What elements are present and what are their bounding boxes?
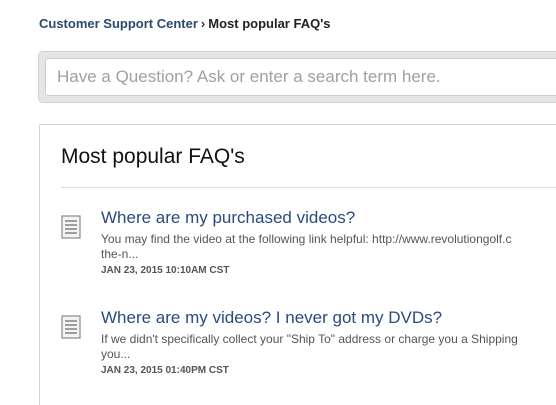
search-bar: [38, 51, 556, 103]
search-input[interactable]: [45, 58, 556, 96]
faq-item: Where are my videos? I never got my DVDs…: [61, 308, 556, 388]
faq-date: JAN 23, 2015 10:10AM CST: [101, 265, 230, 276]
document-icon: [61, 315, 81, 339]
faq-excerpt-line: You may find the video at the following …: [101, 232, 512, 246]
faq-excerpt-line: you...: [101, 347, 131, 361]
faq-excerpt: You may find the video at the following …: [101, 232, 556, 262]
document-icon: [61, 215, 81, 239]
faq-date: JAN 23, 2015 01:40PM CST: [101, 365, 229, 376]
page: Customer Support Center › Most popular FAQ…: [0, 0, 556, 405]
breadcrumb-current: Most popular FAQ's: [208, 16, 331, 31]
divider: [61, 187, 556, 188]
faq-excerpt-line: the-n...: [101, 247, 139, 261]
faq-item: Where are my purchased videos? You may f…: [61, 208, 556, 288]
faq-excerpt: If we didn't specifically collect your "…: [101, 332, 556, 362]
panel-title: Most popular FAQ's: [61, 145, 245, 168]
breadcrumb-link-support-center[interactable]: Customer Support Center: [39, 16, 198, 31]
breadcrumb: Customer Support Center › Most popular FAQ…: [39, 16, 331, 31]
faq-title-link[interactable]: Where are my videos? I never got my DVDs…: [101, 308, 442, 328]
faq-excerpt-line: If we didn't specifically collect your "…: [101, 332, 518, 346]
breadcrumb-separator: ›: [200, 16, 206, 31]
faq-panel: Most popular FAQ's Where are my purchase…: [39, 124, 556, 405]
faq-title-link[interactable]: Where are my purchased videos?: [101, 208, 355, 228]
